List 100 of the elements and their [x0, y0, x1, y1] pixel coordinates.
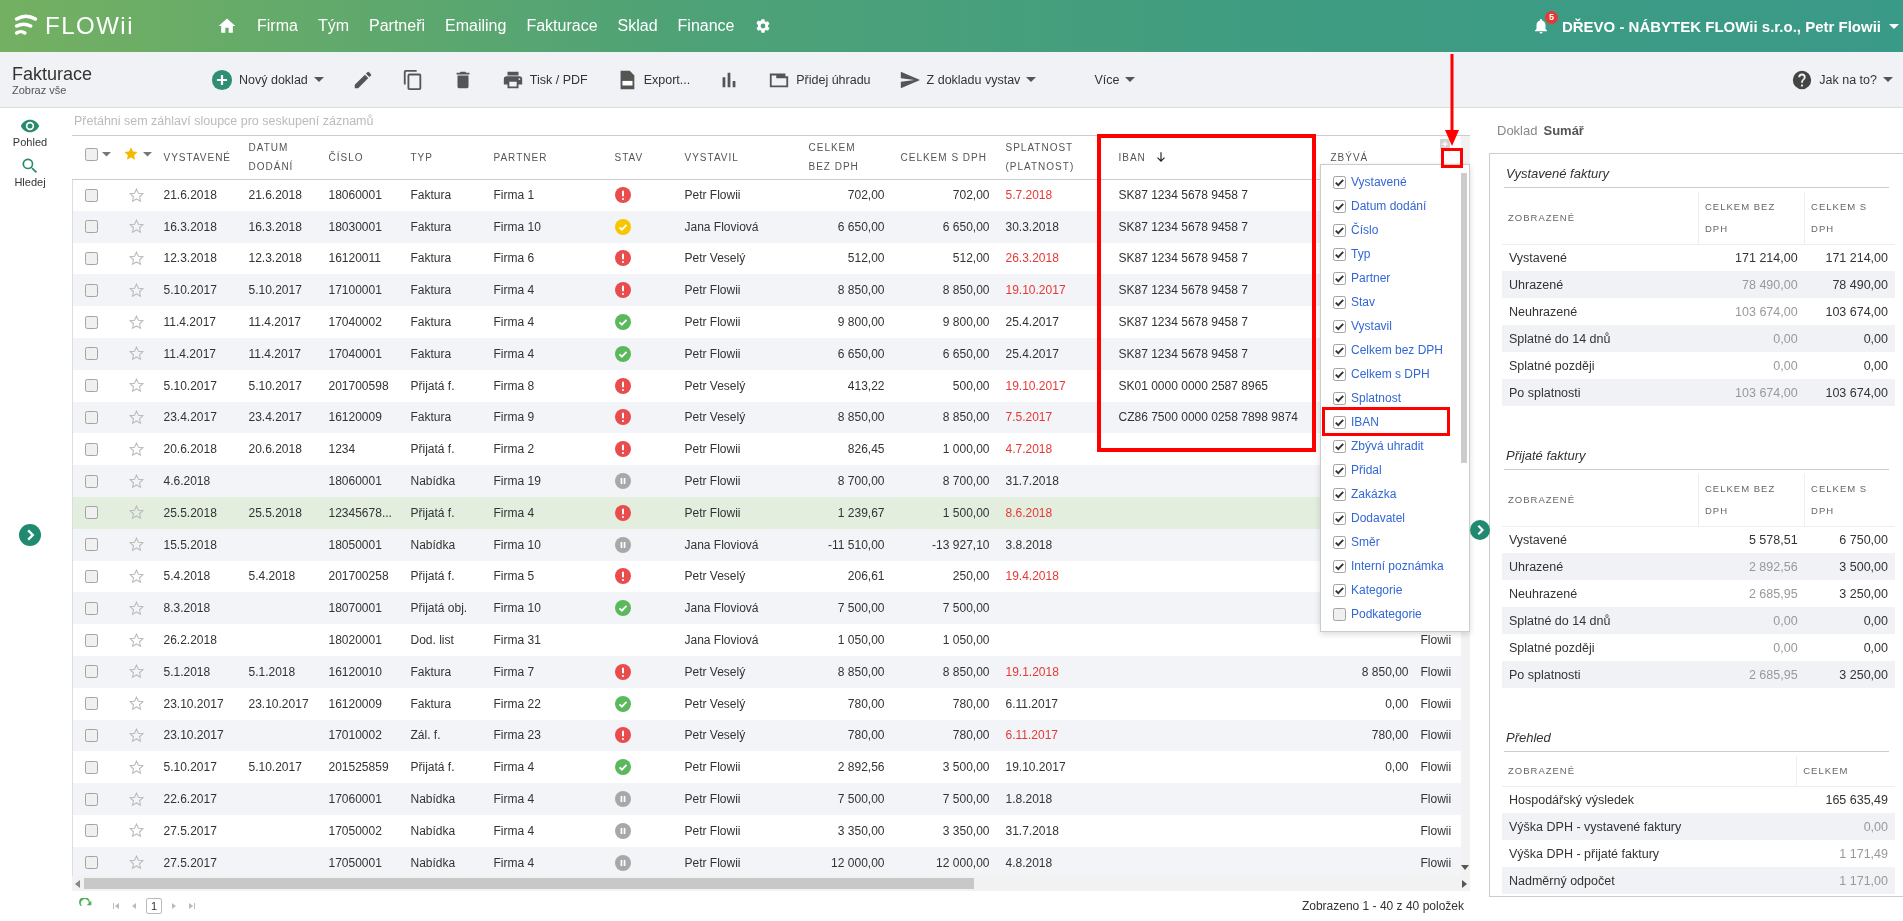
- star-icon[interactable]: [127, 504, 145, 522]
- checkbox[interactable]: [1333, 607, 1346, 621]
- checkbox[interactable]: [1333, 199, 1346, 213]
- checkbox[interactable]: [85, 538, 98, 552]
- print-button[interactable]: Tisk / PDF: [499, 64, 590, 95]
- checkbox[interactable]: [85, 474, 98, 488]
- nav-link[interactable]: Fakturace: [526, 17, 598, 35]
- star-icon[interactable]: [127, 472, 145, 490]
- first-page-icon[interactable]: [110, 900, 122, 912]
- column-option[interactable]: IBAN: [1333, 410, 1459, 434]
- checkbox[interactable]: [85, 824, 98, 838]
- nav-link[interactable]: Sklad: [617, 17, 658, 35]
- checkbox[interactable]: [1333, 415, 1346, 429]
- checkbox[interactable]: [85, 601, 98, 615]
- nav-link[interactable]: Finance: [677, 17, 735, 35]
- star-icon[interactable]: [127, 408, 145, 426]
- checkbox[interactable]: [1333, 295, 1346, 309]
- star-icon[interactable]: [127, 631, 145, 649]
- issue-from-document-button[interactable]: Z dokladu vystav: [896, 64, 1039, 95]
- column-option[interactable]: Stav: [1333, 290, 1459, 314]
- checkbox[interactable]: [85, 283, 98, 297]
- checkbox[interactable]: [85, 410, 98, 424]
- star-icon[interactable]: [127, 822, 145, 840]
- nav-link[interactable]: Emailing: [445, 17, 507, 35]
- checkbox[interactable]: [85, 220, 98, 234]
- star-icon[interactable]: [127, 186, 145, 204]
- checkbox[interactable]: [85, 347, 98, 361]
- checkbox[interactable]: [85, 728, 98, 742]
- column-option[interactable]: Typ: [1333, 242, 1459, 266]
- new-document-button[interactable]: Nový doklad: [209, 64, 326, 95]
- star-icon[interactable]: [127, 218, 145, 236]
- column-option[interactable]: Datum dodání: [1333, 194, 1459, 218]
- checkbox[interactable]: [1333, 319, 1346, 333]
- column-option[interactable]: Interní poznámka: [1333, 554, 1459, 578]
- checkbox[interactable]: [85, 665, 98, 679]
- star-icon[interactable]: [127, 345, 145, 363]
- column-option[interactable]: Podkategorie: [1333, 602, 1459, 626]
- star-icon[interactable]: [127, 281, 145, 299]
- star-icon[interactable]: [127, 536, 145, 554]
- checkbox[interactable]: [85, 442, 98, 456]
- checkbox[interactable]: [85, 697, 98, 711]
- star-icon[interactable]: [127, 854, 145, 872]
- nav-link[interactable]: Partneři: [369, 17, 426, 35]
- caret-icon[interactable]: [101, 152, 111, 157]
- column-option[interactable]: Přidal: [1333, 458, 1459, 482]
- checkbox[interactable]: [1333, 559, 1346, 573]
- column-option[interactable]: Kategorie: [1333, 578, 1459, 602]
- checkbox[interactable]: [85, 792, 98, 806]
- nav-link[interactable]: Firma: [257, 17, 298, 35]
- view-button[interactable]: Pohled: [12, 116, 48, 148]
- column-option[interactable]: Zakázka: [1333, 482, 1459, 506]
- column-header[interactable]: IBAN: [1118, 147, 1146, 167]
- column-header[interactable]: CELKEM S DPH: [900, 147, 987, 167]
- view-filter-link[interactable]: Zobraz vše: [12, 83, 209, 96]
- page-button[interactable]: 1: [146, 898, 163, 914]
- column-option[interactable]: Splatnost: [1333, 386, 1459, 410]
- column-header[interactable]: PARTNER: [493, 147, 548, 167]
- column-option[interactable]: Celkem s DPH: [1333, 362, 1459, 386]
- column-header[interactable]: ZBÝVÁ: [1330, 147, 1369, 167]
- column-option[interactable]: Celkem bez DPH: [1333, 338, 1459, 362]
- column-option[interactable]: Dodavatel: [1333, 506, 1459, 530]
- column-option[interactable]: Zbývá uhradit: [1333, 434, 1459, 458]
- star-icon[interactable]: [127, 567, 145, 585]
- nav-link[interactable]: Tým: [317, 17, 349, 35]
- checkbox[interactable]: [1333, 247, 1346, 261]
- column-picker-icon[interactable]: [1438, 138, 1451, 150]
- column-header[interactable]: STAV: [614, 147, 644, 167]
- star-icon[interactable]: [127, 250, 145, 267]
- checkbox[interactable]: [85, 252, 98, 265]
- star-icon[interactable]: [127, 377, 145, 395]
- checkbox[interactable]: [1333, 343, 1346, 357]
- star-icon[interactable]: [127, 726, 145, 744]
- column-option[interactable]: Partner: [1333, 266, 1459, 290]
- star-icon[interactable]: [127, 599, 145, 617]
- checkbox[interactable]: [1333, 223, 1346, 237]
- star-icon[interactable]: [127, 695, 145, 713]
- column-header[interactable]: CELKEM BEZ DPH: [808, 138, 859, 177]
- checkbox[interactable]: [85, 760, 98, 774]
- add-payment-button[interactable]: Přidej úhradu: [766, 64, 873, 95]
- checkbox[interactable]: [85, 633, 98, 647]
- checkbox[interactable]: [85, 856, 98, 870]
- checkbox[interactable]: [1333, 391, 1346, 405]
- column-option[interactable]: Vystavil: [1333, 314, 1459, 338]
- checkbox[interactable]: [84, 147, 98, 161]
- checkbox[interactable]: [1333, 487, 1346, 501]
- checkbox[interactable]: [1333, 439, 1346, 453]
- checkbox[interactable]: [1333, 511, 1346, 525]
- star-icon[interactable]: [127, 313, 145, 331]
- checkbox[interactable]: [85, 315, 98, 329]
- checkbox[interactable]: [1333, 175, 1346, 189]
- caret-icon[interactable]: [142, 152, 152, 157]
- search-button[interactable]: Hledej: [14, 156, 46, 188]
- caret-icon[interactable]: [1889, 23, 1899, 29]
- star-icon[interactable]: [127, 440, 145, 458]
- checkbox[interactable]: [1333, 583, 1346, 597]
- star-icon[interactable]: [127, 758, 145, 776]
- export-button[interactable]: Export...: [613, 64, 693, 95]
- expand-button[interactable]: [19, 524, 41, 546]
- more-button[interactable]: Více: [1092, 68, 1138, 91]
- star-icon[interactable]: [127, 663, 145, 681]
